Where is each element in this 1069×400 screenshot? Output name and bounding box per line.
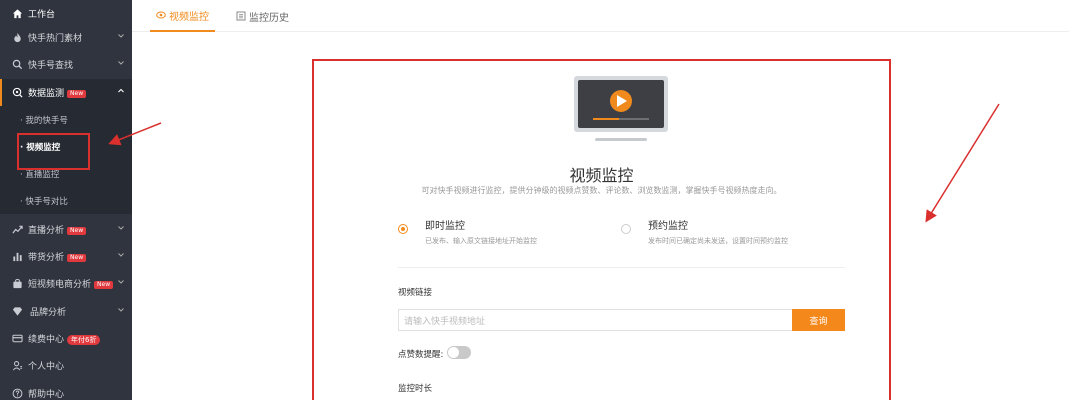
card-icon <box>11 333 23 345</box>
sidebar-item-hot-material[interactable]: 快手热门素材 <box>0 24 132 51</box>
eye-icon <box>156 11 166 19</box>
option-desc: 已发布、输入原文链接地址开始监控 <box>425 237 537 245</box>
sidebar-item-ecommerce-analysis[interactable]: 短视频电商分析 New <box>0 270 132 297</box>
sidebar-item-label: 帮助中心 <box>28 390 65 400</box>
sidebar-item-label: 个人中心 <box>28 362 65 372</box>
chevron-down-icon <box>118 34 124 38</box>
tab-monitor-history[interactable]: 监控历史 <box>236 0 289 32</box>
sidebar-subitem-label: · 我的快手号 <box>20 115 68 126</box>
list-icon <box>236 11 246 21</box>
sidebar-item-label: 续费中心 <box>28 335 65 345</box>
fire-icon <box>11 32 23 44</box>
sidebar-item-personal-center[interactable]: 个人中心 <box>0 352 132 379</box>
sidebar: 工作台 快手热门素材 快手号查找 数据监测 New · 我的快手号 · 视频监控… <box>0 0 132 400</box>
tab-video-monitor[interactable]: 视频监控 <box>150 0 215 32</box>
radio-scheduled[interactable] <box>621 224 631 234</box>
sidebar-subitem-my-accounts[interactable]: · 我的快手号 <box>0 106 132 133</box>
like-alert-toggle[interactable] <box>447 346 471 359</box>
home-icon <box>11 8 23 20</box>
radio-instant[interactable] <box>398 224 408 234</box>
sidebar-item-label: 数据监测 <box>28 89 65 99</box>
sidebar-item-goods-analysis[interactable]: 带货分析 New <box>0 243 132 270</box>
video-link-label: 视频链接 <box>398 288 433 298</box>
sidebar-item-brand-analysis[interactable]: 品牌分析 <box>0 298 132 325</box>
monitor-search-icon <box>11 87 23 99</box>
sidebar-subitem-account-compare[interactable]: · 快手号对比 <box>0 187 132 214</box>
diamond-icon <box>11 306 23 318</box>
bar-chart-icon <box>11 251 23 263</box>
card-subtitle: 可对快手视频进行监控，提供分钟级的视频点赞数、评论数、浏览数监测，掌握快手号视频… <box>421 186 782 195</box>
video-url-input[interactable]: 请输入快手视频地址 <box>398 309 792 331</box>
chevron-down-icon <box>118 280 124 284</box>
sidebar-item-label: 快手热门素材 <box>28 34 83 44</box>
bag-icon <box>11 278 23 290</box>
search-icon <box>11 59 23 71</box>
divider <box>398 267 845 268</box>
tab-bar: 视频监控 监控历史 <box>132 0 1069 32</box>
sidebar-item-account-search[interactable]: 快手号查找 <box>0 51 132 78</box>
sidebar-item-label: 工作台 <box>28 10 56 20</box>
like-alert-label: 点赞数提醒: <box>398 350 444 360</box>
chevron-down-icon <box>118 253 124 257</box>
new-badge: New <box>67 253 87 262</box>
sidebar-item-label: 快手号查找 <box>28 61 74 71</box>
option-title: 预约监控 <box>648 221 688 232</box>
discount-badge: 年付6折 <box>67 334 101 345</box>
chevron-down-icon <box>118 308 124 312</box>
sidebar-item-label: 带货分析 <box>28 253 65 263</box>
new-badge: New <box>67 226 87 235</box>
trend-icon <box>11 224 23 236</box>
sidebar-item-workbench[interactable]: 工作台 <box>0 0 132 27</box>
option-desc: 发布时间已确定尚未发送，设置时间预约监控 <box>648 237 788 245</box>
user-icon <box>11 360 23 372</box>
help-icon <box>11 388 23 400</box>
sidebar-item-label: 直播分析 <box>28 226 65 236</box>
highlight-box <box>17 133 90 170</box>
new-badge: New <box>67 89 87 98</box>
query-button[interactable]: 查询 <box>792 309 845 331</box>
sidebar-item-label: 品牌分析 <box>30 308 67 318</box>
tab-label: 视频监控 <box>169 11 209 23</box>
sidebar-item-renewal-center[interactable]: 续费中心 年付6折 <box>0 325 132 352</box>
option-title: 即时监控 <box>425 221 465 232</box>
tab-label: 监控历史 <box>249 12 289 24</box>
sidebar-item-label: 短视频电商分析 <box>28 280 92 290</box>
sidebar-item-data-monitor[interactable]: 数据监测 New <box>0 79 132 106</box>
new-badge: New <box>94 280 114 289</box>
monitor-duration-label: 监控时长 <box>398 384 433 394</box>
video-monitor-card: 视频监控 可对快手视频进行监控，提供分钟级的视频点赞数、评论数、浏览数监测，掌握… <box>312 59 891 400</box>
chevron-down-icon <box>118 226 124 230</box>
sidebar-item-live-analysis[interactable]: 直播分析 New <box>0 216 132 243</box>
sidebar-item-help-center[interactable]: 帮助中心 <box>0 380 132 400</box>
chevron-down-icon <box>118 61 124 65</box>
video-monitor-illustration <box>574 76 668 141</box>
chevron-up-icon <box>118 88 124 93</box>
sidebar-subitem-label: · 快手号对比 <box>20 196 68 207</box>
card-title: 视频监控 <box>569 166 634 185</box>
